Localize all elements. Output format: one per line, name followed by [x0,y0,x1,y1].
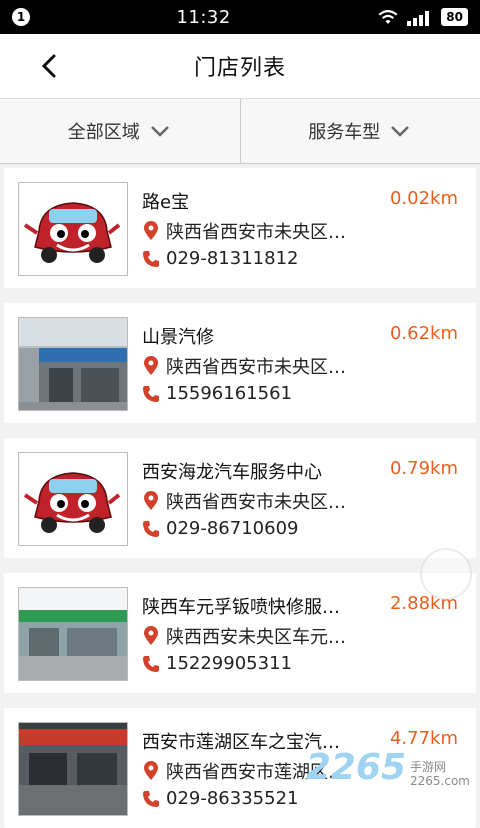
store-card[interactable]: 山景汽修 陕西省西安市未央区… 15596161561 0.62km [4,303,476,423]
store-thumbnail [18,182,128,276]
watermark-brand: 2265 [306,747,406,788]
store-phone[interactable]: 15229905311 [142,653,292,674]
store-thumbnail [18,722,128,816]
store-distance: 0.79km [390,458,458,479]
location-pin-icon [142,221,160,241]
store-thumbnail [18,587,128,681]
store-phone-text: 029-81311812 [166,248,298,269]
location-pin-icon [142,356,160,376]
watermark-domain: 2265.com [410,774,470,788]
phone-icon [142,385,160,403]
store-address: 陕西西安未央区车元… [142,623,346,649]
store-name: 路e宝 [142,188,189,214]
region-filter-button[interactable]: 全部区域 [0,99,240,163]
chevron-down-icon [148,119,172,143]
store-address-text: 陕西省西安市未央区… [166,218,346,244]
service-filter-button[interactable]: 服务车型 [240,99,480,163]
store-phone-text: 15596161561 [166,383,292,404]
location-pin-icon [142,626,160,646]
signal-icon [407,8,433,26]
store-distance: 0.62km [390,323,458,344]
battery-indicator: 80 [441,8,468,26]
store-phone-text: 15229905311 [166,653,292,674]
shop-front-image [19,318,127,410]
phone-icon [142,520,160,538]
store-phone-text: 029-86335521 [166,788,298,809]
service-filter-label: 服务车型 [308,118,380,144]
car-mascot-image [19,183,127,275]
location-pin-icon [142,491,160,511]
watermark-label: 手游网 [410,760,470,774]
store-address: 陕西省西安市未央区… [142,488,346,514]
store-list: 路e宝 陕西省西安市未央区… 029-81311812 0.02km [0,163,480,800]
store-phone[interactable]: 15596161561 [142,383,292,404]
car-mascot-image [19,453,127,545]
region-filter-label: 全部区域 [68,118,140,144]
shop-front-image [19,723,127,815]
store-card[interactable]: 西安海龙汽车服务中心 陕西省西安市未央区… 029-86710609 0.79k… [4,438,476,558]
store-phone[interactable]: 029-86710609 [142,518,298,539]
store-card[interactable]: 陕西车元孚钣喷快修服… 陕西西安未央区车元… 15229905311 2.88k… [4,573,476,693]
store-address-text: 陕西省西安市未央区… [166,488,346,514]
store-thumbnail [18,452,128,546]
store-distance: 0.02km [390,188,458,209]
back-icon[interactable] [36,52,64,80]
store-name: 山景汽修 [142,323,214,349]
watermark: 2265 手游网 2265.com [306,747,470,788]
page-title: 门店列表 [194,50,286,82]
shop-front-image [19,588,127,680]
nav-bar: 门店列表 [0,34,480,99]
phone-icon [142,655,160,673]
phone-icon [142,250,160,268]
notification-badge: 1 [12,8,30,26]
store-name: 陕西车元孚钣喷快修服… [142,593,340,619]
store-address-text: 陕西西安未央区车元… [166,623,346,649]
store-address: 陕西省西安市未央区… [142,353,346,379]
phone-icon [142,790,160,808]
floating-assistive-button[interactable] [420,548,472,600]
store-card[interactable]: 路e宝 陕西省西安市未央区… 029-81311812 0.02km [4,168,476,288]
status-time: 11:32 [176,7,230,28]
status-bar: 1 11:32 80 [0,0,480,34]
chevron-down-icon [388,119,412,143]
store-distance: 4.77km [390,728,458,749]
store-phone[interactable]: 029-81311812 [142,248,298,269]
location-pin-icon [142,761,160,781]
store-address: 陕西省西安市未央区… [142,218,346,244]
store-phone-text: 029-86710609 [166,518,298,539]
wifi-icon [377,8,399,26]
store-address-text: 陕西省西安市未央区… [166,353,346,379]
filter-bar: 全部区域 服务车型 [0,99,480,164]
store-phone[interactable]: 029-86335521 [142,788,298,809]
store-thumbnail [18,317,128,411]
store-name: 西安海龙汽车服务中心 [142,458,322,484]
